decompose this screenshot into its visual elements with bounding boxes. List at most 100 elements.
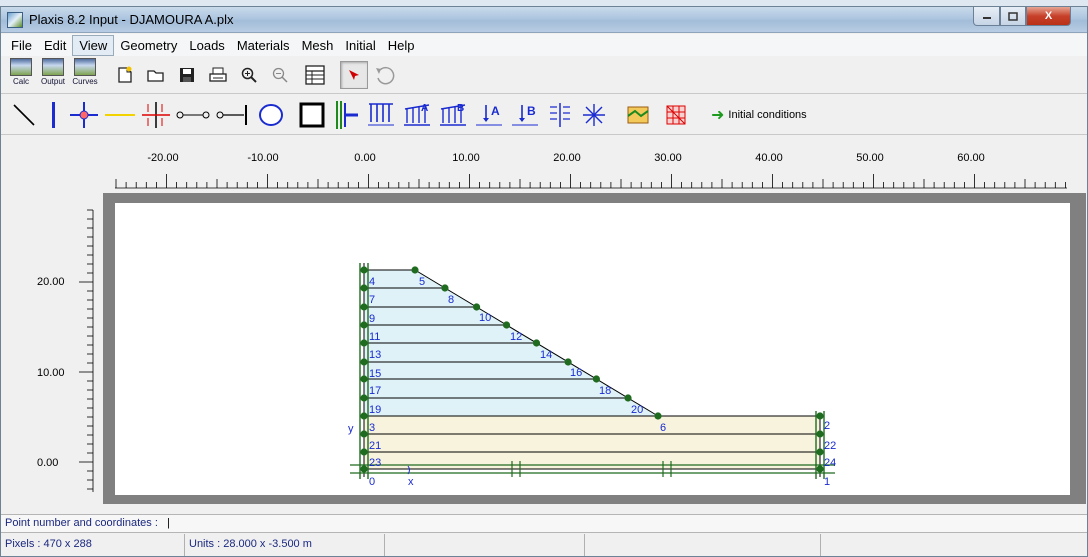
- main-toolbar: Calc Output Curves: [1, 56, 1087, 94]
- point-number-label: 10: [479, 312, 491, 324]
- save-icon: [180, 67, 194, 82]
- svg-text:B: B: [457, 103, 464, 114]
- calc-label: Calc: [12, 76, 29, 86]
- drain-tool[interactable]: [579, 99, 609, 131]
- point-number-label: 15: [369, 368, 381, 380]
- point-number-label: 20: [631, 404, 643, 416]
- zoom-in-button[interactable]: [235, 61, 263, 89]
- tunnel-tool[interactable]: [255, 99, 287, 131]
- fixed-end-anchor-tool[interactable]: [215, 99, 251, 131]
- minimize-icon: [982, 17, 991, 19]
- geometry-point: [360, 394, 368, 402]
- point-number-label: 1: [824, 476, 830, 488]
- green-arrow-icon: ➜: [711, 106, 725, 124]
- geometry-point: [816, 430, 824, 438]
- material-sets-icon: [627, 106, 649, 123]
- geometry-point: [502, 321, 511, 329]
- material-sets-tool[interactable]: [621, 99, 655, 131]
- output-button[interactable]: Output: [39, 57, 67, 92]
- selection-tool-button[interactable]: [340, 60, 368, 89]
- close-button[interactable]: X: [1026, 7, 1071, 26]
- point-load-b-tool[interactable]: B: [509, 99, 541, 131]
- table-button[interactable]: [301, 61, 329, 89]
- minimize-button[interactable]: [973, 7, 1000, 26]
- new-file-icon: [118, 66, 132, 83]
- geometry-point: [360, 303, 368, 311]
- prescribed-displacement-tool[interactable]: [545, 99, 575, 131]
- drain-icon: [583, 103, 605, 126]
- calc-button[interactable]: Calc: [7, 57, 35, 92]
- menu-mesh[interactable]: Mesh: [296, 36, 340, 55]
- point-number-label: 7: [369, 294, 375, 306]
- node-to-node-anchor-tool[interactable]: [175, 99, 211, 131]
- point-coordinates-bar: Point number and coordinates : |: [1, 514, 1087, 533]
- menu-view[interactable]: View: [72, 34, 115, 56]
- undo-button[interactable]: [371, 61, 399, 89]
- horizontal-fixity-tool[interactable]: [331, 99, 361, 131]
- geogrid-tool[interactable]: [103, 99, 137, 131]
- point-load-b-icon: B: [512, 104, 538, 125]
- menu-edit[interactable]: Edit: [38, 36, 72, 55]
- point-number-label: 9: [369, 313, 375, 325]
- window-title: Plaxis 8.2 Input - DJAMOURA A.plx: [29, 12, 234, 27]
- initial-conditions-button[interactable]: ➜ Initial conditions: [711, 105, 807, 125]
- menu-materials[interactable]: Materials: [231, 36, 296, 55]
- point-number-label: 23: [369, 457, 381, 469]
- geometry-point: [360, 448, 368, 456]
- plaxis-input-window: Plaxis 8.2 Input - DJAMOURA A.plx X File…: [0, 6, 1088, 557]
- vertical-ruler: 20.00 10.00 0.00: [1, 192, 113, 503]
- curves-button[interactable]: Curves: [71, 57, 99, 92]
- geometry-point: [360, 430, 368, 438]
- fixed-end-anchor-icon: [216, 104, 247, 125]
- printer-icon: [209, 67, 227, 82]
- point-number-label: 13: [369, 349, 381, 361]
- horizontal-fixity-icon: [336, 100, 358, 129]
- point-number-label: 8: [448, 294, 454, 306]
- point-load-a-tool[interactable]: A: [473, 99, 505, 131]
- output-icon: [42, 57, 64, 76]
- menu-geometry[interactable]: Geometry: [114, 36, 183, 55]
- interface-icon: [142, 101, 170, 128]
- geometry-point: [360, 375, 368, 383]
- y-axis-indicator: y: [348, 423, 354, 435]
- save-button[interactable]: [173, 61, 201, 89]
- distributed-load-system-b-tool[interactable]: B: [437, 99, 469, 131]
- diagonal-line-icon: [13, 103, 35, 126]
- status-units: Units : 28.000 x -3.500 m: [185, 534, 385, 556]
- standard-fixities-tool[interactable]: [297, 99, 327, 131]
- undo-icon: [376, 66, 395, 84]
- geometry-line-tool[interactable]: [9, 99, 39, 131]
- menu-initial[interactable]: Initial: [339, 36, 381, 55]
- interface-tool[interactable]: [141, 99, 171, 131]
- plate-tool[interactable]: [43, 99, 65, 131]
- status-panel-5: [821, 534, 1087, 556]
- hinge-tool[interactable]: [69, 99, 99, 131]
- menu-file[interactable]: File: [5, 36, 38, 55]
- zoom-out-button[interactable]: [266, 61, 294, 89]
- geometry-point: [816, 448, 824, 456]
- point-number-label: 0: [369, 476, 375, 488]
- maximize-button[interactable]: [1000, 7, 1026, 26]
- distributed-load-a-tool[interactable]: [365, 99, 397, 131]
- maximize-icon: [1008, 11, 1018, 21]
- menu-loads[interactable]: Loads: [183, 36, 230, 55]
- distributed-load-system-a-tool[interactable]: A: [401, 99, 433, 131]
- geometry-point: [360, 412, 368, 420]
- status-panel-4: [585, 534, 821, 556]
- status-pixels: Pixels : 470 x 288: [1, 534, 185, 556]
- status-panel-3: [385, 534, 585, 556]
- new-file-button[interactable]: [111, 61, 139, 89]
- point-number-label: 24: [824, 457, 836, 469]
- point-number-label: 2: [824, 420, 830, 432]
- geometry-drawing-area[interactable]: 0 1 2 3 4 5 6 7 8 9 10 11 12 13 14 15 16 17 18 19 20 21 22 23 24…: [115, 203, 1070, 495]
- print-button[interactable]: [204, 61, 232, 89]
- geometry-model[interactable]: 0 1234 567 89 1011 1213 1415 1617 1819 2021 2223 24…: [115, 203, 1070, 495]
- menu-help[interactable]: Help: [382, 36, 421, 55]
- x-axis-indicator: x: [408, 476, 414, 488]
- title-bar: Plaxis 8.2 Input - DJAMOURA A.plx X: [1, 7, 1087, 33]
- open-file-button[interactable]: [142, 61, 170, 89]
- point-number-label: 18: [599, 385, 611, 397]
- generate-mesh-tool[interactable]: [659, 99, 693, 131]
- geometry-point: [411, 266, 419, 274]
- point-coordinates-label: Point number and coordinates :: [5, 517, 158, 529]
